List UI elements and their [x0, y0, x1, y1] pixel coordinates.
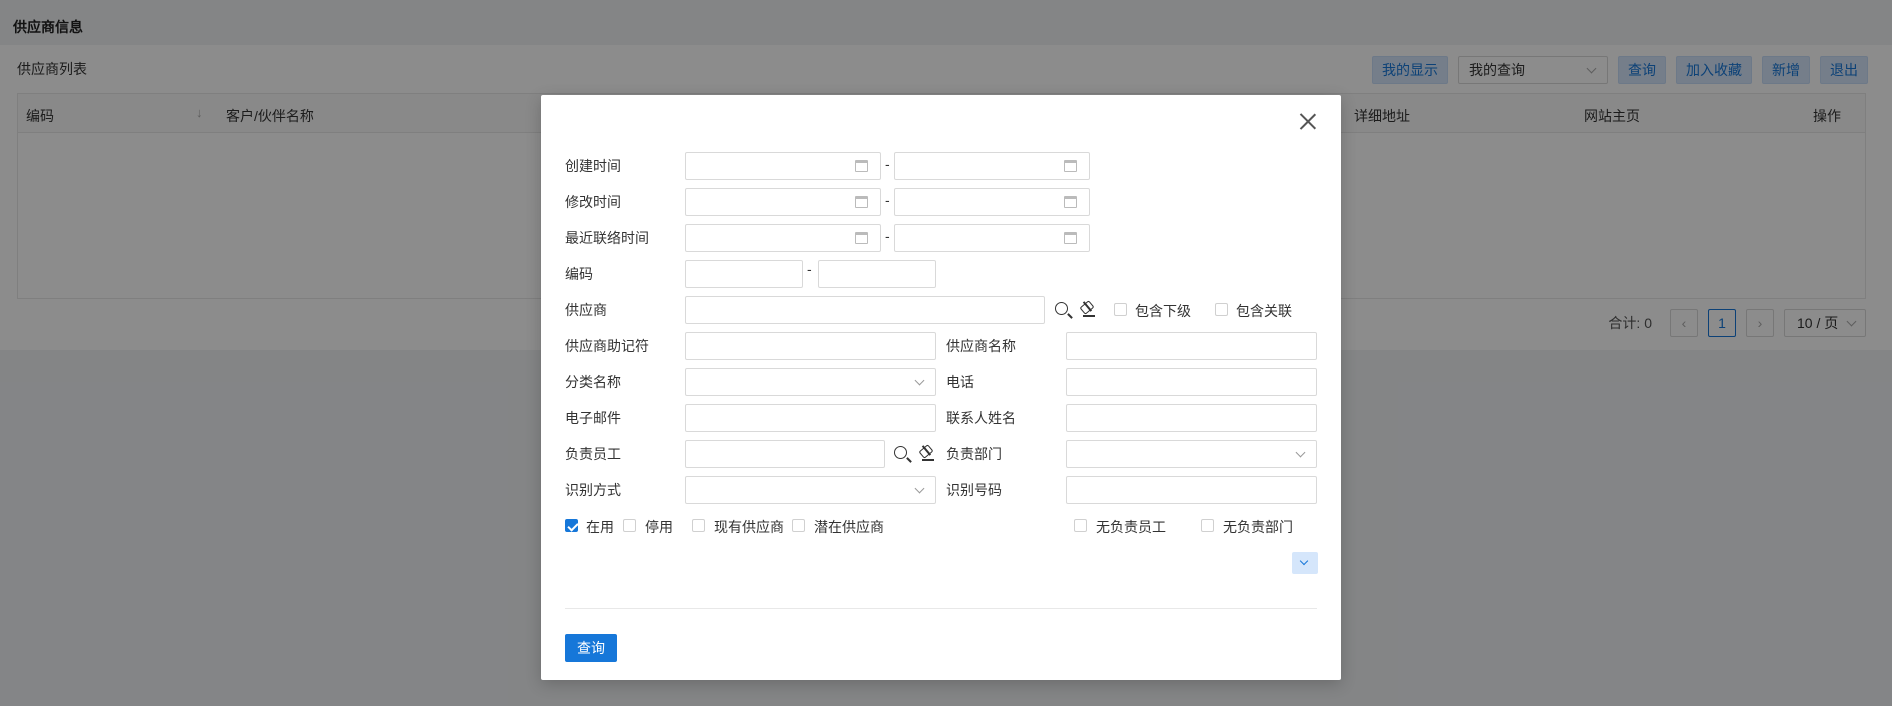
no-employee-checkbox[interactable]: [1074, 519, 1087, 532]
modified-time-end-input[interactable]: [894, 188, 1090, 216]
label-responsible-employee: 负责员工: [565, 446, 621, 462]
include-related-checkbox[interactable]: [1215, 303, 1228, 316]
eraser-icon[interactable]: [1079, 300, 1095, 315]
label-modified-time: 修改时间: [565, 194, 621, 210]
modal-divider: [565, 608, 1317, 609]
label-supplier: 供应商: [565, 302, 607, 318]
identification-method-select[interactable]: [685, 476, 936, 504]
label-last-contact-time: 最近联络时间: [565, 230, 649, 246]
modified-time-start-input[interactable]: [685, 188, 881, 216]
label-identification-method: 识别方式: [565, 482, 621, 498]
label-code: 编码: [565, 266, 593, 282]
chevron-down-icon: [1295, 447, 1306, 458]
chevron-down-icon: [914, 375, 925, 386]
label-identification-number: 识别号码: [946, 482, 1002, 498]
submit-query-button[interactable]: 查询: [565, 634, 617, 662]
label-supplier-mnemonic: 供应商助记符: [565, 338, 649, 354]
eraser-baseline: [1083, 315, 1095, 317]
active-checkbox[interactable]: [565, 519, 578, 532]
created-time-start-input[interactable]: [685, 152, 881, 180]
created-time-end-input[interactable]: [894, 152, 1090, 180]
calendar-icon: [855, 160, 868, 172]
chevron-down-icon: [1299, 556, 1309, 566]
calendar-icon: [1064, 160, 1077, 172]
no-department-checkbox[interactable]: [1201, 519, 1214, 532]
contact-name-input[interactable]: [1066, 404, 1317, 432]
email-input[interactable]: [685, 404, 936, 432]
disabled-checkbox[interactable]: [623, 519, 636, 532]
range-separator: -: [885, 156, 890, 172]
chevron-down-icon: [914, 483, 925, 494]
potential-supplier-checkbox[interactable]: [792, 519, 805, 532]
expand-more-button[interactable]: [1292, 552, 1318, 574]
last-contact-time-end-input[interactable]: [894, 224, 1090, 252]
supplier-input[interactable]: [685, 296, 1045, 324]
eraser-icon[interactable]: [918, 444, 934, 459]
range-separator: -: [885, 228, 890, 244]
label-supplier-name: 供应商名称: [946, 338, 1016, 354]
include-related-label: 包含关联: [1236, 303, 1292, 319]
label-created-time: 创建时间: [565, 158, 621, 174]
calendar-icon: [855, 232, 868, 244]
supplier-mnemonic-input[interactable]: [685, 332, 936, 360]
code-start-input[interactable]: [685, 260, 803, 288]
close-icon[interactable]: [1299, 113, 1317, 131]
no-department-label: 无负责部门: [1223, 519, 1293, 535]
include-sub-checkbox[interactable]: [1114, 303, 1127, 316]
range-separator: -: [807, 261, 812, 277]
label-contact-name: 联系人姓名: [946, 410, 1016, 426]
label-email: 电子邮件: [565, 410, 621, 426]
range-separator: -: [885, 192, 890, 208]
existing-supplier-checkbox[interactable]: [692, 519, 705, 532]
label-category-name: 分类名称: [565, 374, 621, 390]
eraser-baseline: [922, 459, 934, 461]
disabled-label: 停用: [645, 519, 673, 535]
search-icon[interactable]: [894, 446, 907, 459]
search-icon[interactable]: [1055, 302, 1068, 315]
supplier-name-input[interactable]: [1066, 332, 1317, 360]
label-phone: 电话: [946, 374, 974, 390]
last-contact-time-start-input[interactable]: [685, 224, 881, 252]
calendar-icon: [1064, 196, 1077, 208]
label-responsible-department: 负责部门: [946, 446, 1002, 462]
identification-number-input[interactable]: [1066, 476, 1317, 504]
calendar-icon: [1064, 232, 1077, 244]
potential-supplier-label: 潜在供应商: [814, 519, 884, 535]
no-employee-label: 无负责员工: [1096, 519, 1166, 535]
include-sub-label: 包含下级: [1135, 303, 1191, 319]
code-end-input[interactable]: [818, 260, 936, 288]
responsible-department-select[interactable]: [1066, 440, 1317, 468]
calendar-icon: [855, 196, 868, 208]
search-modal: 创建时间 - 修改时间 - 最近联络时间 - 编码 - 供应商 包含下级 包含关…: [541, 95, 1341, 680]
active-label: 在用: [586, 519, 614, 535]
existing-supplier-label: 现有供应商: [714, 519, 784, 535]
responsible-employee-input[interactable]: [685, 440, 885, 468]
phone-input[interactable]: [1066, 368, 1317, 396]
category-name-select[interactable]: [685, 368, 936, 396]
